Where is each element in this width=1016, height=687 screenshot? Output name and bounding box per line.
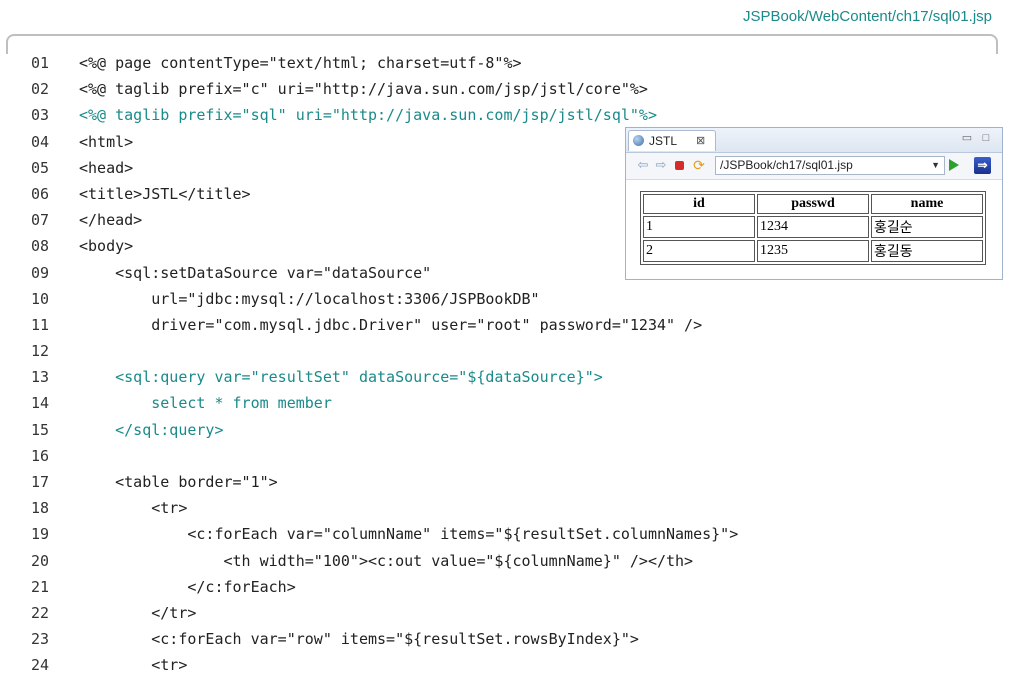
line-number: 21 — [31, 577, 50, 596]
code-text: <tr> — [79, 656, 188, 675]
line-number: 20 — [31, 551, 50, 570]
back-arrow-icon[interactable]: ⇦ — [636, 158, 650, 172]
code-line: 18 <tr> — [0, 495, 1016, 521]
browser-tab-bar: JSTL ⊠ ▭ □ — [626, 128, 1002, 153]
cell-id: 2 — [643, 240, 755, 262]
result-table: id passwd name 1 1234 홍길순 2 1235 홍길동 — [640, 191, 986, 265]
cell-id: 1 — [643, 216, 755, 238]
code-line: 24 <tr> — [0, 652, 1016, 678]
code-line: 14 select * from member — [0, 390, 1016, 416]
line-number: 23 — [31, 630, 50, 649]
url-input[interactable]: /JSPBook/ch17/sql01.jsp ▼ — [715, 156, 945, 175]
url-text: /JSPBook/ch17/sql01.jsp — [720, 158, 853, 172]
code-text: </sql:query> — [79, 420, 224, 439]
code-text: url="jdbc:mysql://localhost:3306/JSPBook… — [79, 289, 540, 308]
forward-arrow-icon[interactable]: ⇨ — [654, 158, 668, 172]
line-number: 24 — [31, 656, 50, 675]
code-text: <%@ taglib prefix="c" uri="http://java.s… — [79, 80, 648, 99]
tab-label: JSTL — [649, 134, 678, 148]
line-number: 06 — [31, 184, 50, 203]
code-text: <sql:query var="resultSet" dataSource="$… — [79, 368, 603, 387]
globe-icon — [633, 135, 644, 146]
line-number: 08 — [31, 237, 50, 256]
code-line: 23 <c:forEach var="row" items="${resultS… — [0, 626, 1016, 652]
code-text: driver="com.mysql.jdbc.Driver" user="roo… — [79, 315, 703, 334]
line-number: 17 — [31, 473, 50, 491]
code-text: <body> — [79, 237, 134, 256]
line-number: 11 — [31, 315, 50, 334]
cell-name: 홍길동 — [871, 240, 983, 262]
code-text: <html> — [79, 132, 134, 151]
code-line: 22 </tr> — [0, 600, 1016, 626]
minimize-icon[interactable]: ▭ — [961, 132, 973, 144]
table-row: 1 1234 홍길순 — [643, 216, 983, 238]
code-line: 20 <th width="100"><c:out value="${colum… — [0, 548, 1016, 574]
header-id: id — [643, 194, 755, 214]
code-line: 02 <%@ taglib prefix="c" uri="http://java… — [0, 76, 1016, 102]
code-text: <th width="100"><c:out value="${columnNa… — [79, 551, 694, 570]
cell-passwd: 1235 — [757, 240, 869, 262]
line-number: 04 — [31, 132, 50, 151]
line-number: 03 — [31, 106, 50, 125]
browser-toolbar: ⇦ ⇨ ⟳ /JSPBook/ch17/sql01.jsp ▼ ⇒ — [626, 153, 1002, 180]
browser-window: JSTL ⊠ ▭ □ ⇦ ⇨ ⟳ /JSPBook/ch17/sql01.jsp… — [625, 127, 1003, 280]
table-header-row: id passwd name — [643, 194, 983, 214]
stop-icon[interactable] — [675, 161, 684, 170]
file-path-label: JSPBook/WebContent/ch17/sql01.jsp — [742, 8, 992, 25]
line-number: 10 — [31, 289, 50, 308]
code-line: 11 driver="com.mysql.jdbc.Driver" user="… — [0, 312, 1016, 338]
code-line: 13 <sql:query var="resultSet" dataSource… — [0, 364, 1016, 390]
code-text: <title>JSTL</title> — [79, 184, 251, 203]
cell-passwd: 1234 — [757, 216, 869, 238]
code-text: </tr> — [79, 603, 197, 622]
code-line: 16 — [0, 443, 1016, 469]
header-passwd: passwd — [757, 194, 869, 214]
code-text: </head> — [79, 211, 143, 230]
url-dropdown-icon[interactable]: ▼ — [931, 157, 940, 174]
go-icon[interactable] — [949, 159, 959, 171]
code-text: <tr> — [79, 499, 188, 518]
line-number: 19 — [31, 525, 50, 544]
browser-content: id passwd name 1 1234 홍길순 2 1235 홍길동 — [626, 180, 1002, 279]
code-text: select * from member — [79, 394, 332, 413]
maximize-icon[interactable]: □ — [980, 132, 992, 144]
line-number: 05 — [31, 158, 50, 177]
line-number: 01 — [31, 54, 50, 72]
line-number: 02 — [31, 80, 50, 99]
table-row: 2 1235 홍길동 — [643, 240, 983, 262]
line-number: 18 — [31, 499, 50, 518]
browser-tab-jstl[interactable]: JSTL ⊠ — [628, 130, 716, 151]
code-text: <table border="1"> — [79, 473, 278, 491]
line-number: 14 — [31, 394, 50, 413]
code-text: <%@ page contentType="text/html; charset… — [79, 54, 522, 72]
code-text: <c:forEach var="columnName" items="${res… — [79, 525, 739, 544]
code-line: 01 <%@ page contentType="text/html; chars… — [0, 50, 1016, 76]
refresh-icon[interactable]: ⟳ — [692, 158, 706, 172]
line-number: 07 — [31, 211, 50, 230]
code-line: 10 url="jdbc:mysql://localhost:3306/JSPB… — [0, 286, 1016, 312]
code-text: </c:forEach> — [79, 577, 296, 596]
line-number: 22 — [31, 603, 50, 622]
line-number: 16 — [31, 446, 50, 465]
eclipse-icon[interactable]: ⇒ — [974, 157, 991, 174]
code-line: 17 <table border="1"> — [0, 469, 1016, 495]
line-number: 09 — [31, 263, 50, 282]
header-name: name — [871, 194, 983, 214]
cell-name: 홍길순 — [871, 216, 983, 238]
code-line: 15 </sql:query> — [0, 417, 1016, 443]
code-text: <%@ taglib prefix="sql" uri="http://java… — [79, 106, 657, 125]
code-line: 12 — [0, 338, 1016, 364]
line-number: 13 — [31, 368, 50, 387]
code-text: <c:forEach var="row" items="${resultSet.… — [79, 630, 639, 649]
line-number: 12 — [31, 342, 50, 361]
code-text: <head> — [79, 158, 134, 177]
code-line: 21 </c:forEach> — [0, 574, 1016, 600]
code-text: <sql:setDataSource var="dataSource" — [79, 263, 432, 282]
line-number: 15 — [31, 420, 50, 439]
code-line: 03 <%@ taglib prefix="sql" uri="http://ja… — [0, 102, 1016, 128]
tab-close-icon[interactable]: ⊠ — [696, 134, 705, 147]
code-line: 19 <c:forEach var="columnName" items="${… — [0, 521, 1016, 547]
